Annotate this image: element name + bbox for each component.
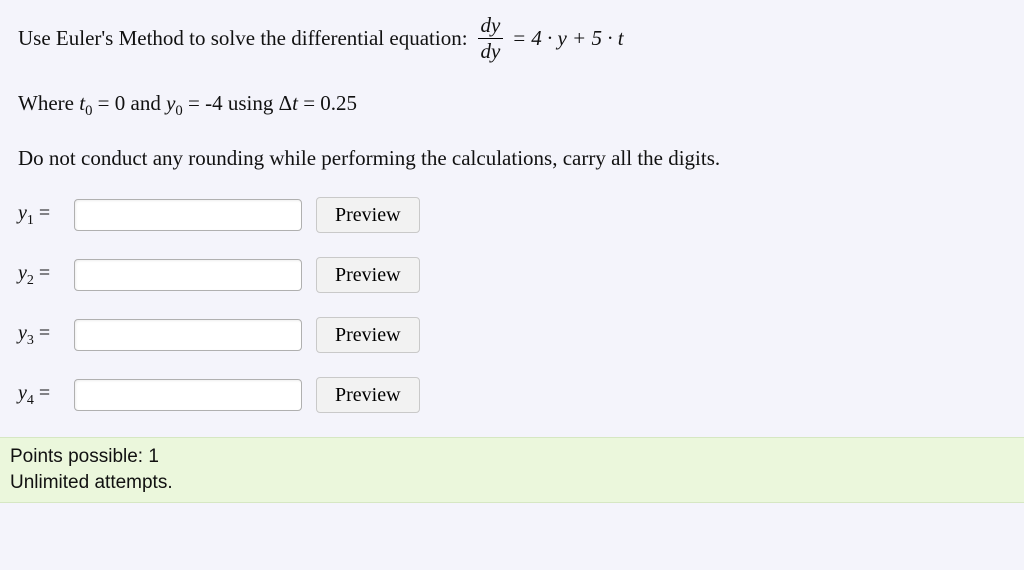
question-body: Use Euler's Method to solve the differen…	[0, 0, 1024, 413]
answer-label-y2: y2 =	[18, 262, 60, 289]
initial-conditions: Where t0 = 0 and y0 = -4 using Δt = 0.25	[18, 91, 1006, 120]
fraction-dy-dy: dy dy	[478, 14, 504, 63]
fraction-denominator: dy	[478, 38, 504, 63]
answer-label-y4: y4 =	[18, 382, 60, 409]
answer-input-y1[interactable]	[74, 199, 302, 231]
footer: Points possible: 1 Unlimited attempts.	[0, 437, 1024, 502]
answer-label-y1: y1 =	[18, 202, 60, 229]
points-possible: Points possible: 1	[10, 444, 1014, 470]
answers-container: y1 = Previewy2 = Previewy3 = Previewy4 =…	[18, 197, 1006, 413]
answer-row-y4: y4 = Preview	[18, 377, 1006, 413]
attempts: Unlimited attempts.	[10, 470, 1014, 496]
answer-row-y2: y2 = Preview	[18, 257, 1006, 293]
answer-row-y3: y3 = Preview	[18, 317, 1006, 353]
answer-row-y1: y1 = Preview	[18, 197, 1006, 233]
instructions: Do not conduct any rounding while perfor…	[18, 146, 1006, 171]
answer-input-y2[interactable]	[74, 259, 302, 291]
equation-rhs: 4 · y + 5 · t	[531, 26, 623, 51]
cond-mid1: = 0 and	[92, 91, 166, 115]
problem-statement: Use Euler's Method to solve the differen…	[18, 14, 1006, 63]
answer-input-y3[interactable]	[74, 319, 302, 351]
cond-a: Where	[18, 91, 79, 115]
preview-button-y2[interactable]: Preview	[316, 257, 420, 293]
answer-label-y3: y3 =	[18, 322, 60, 349]
cond-mid2: = -4 using Δ	[183, 91, 292, 115]
preview-button-y4[interactable]: Preview	[316, 377, 420, 413]
preview-button-y3[interactable]: Preview	[316, 317, 420, 353]
answer-input-y4[interactable]	[74, 379, 302, 411]
sub-y0: 0	[175, 103, 182, 119]
var-y: y	[166, 91, 175, 115]
cond-tail: = 0.25	[298, 91, 357, 115]
prompt-text: Use Euler's Method to solve the differen…	[18, 26, 468, 51]
equals-sign: =	[513, 26, 525, 51]
preview-button-y1[interactable]: Preview	[316, 197, 420, 233]
fraction-numerator: dy	[478, 14, 504, 38]
